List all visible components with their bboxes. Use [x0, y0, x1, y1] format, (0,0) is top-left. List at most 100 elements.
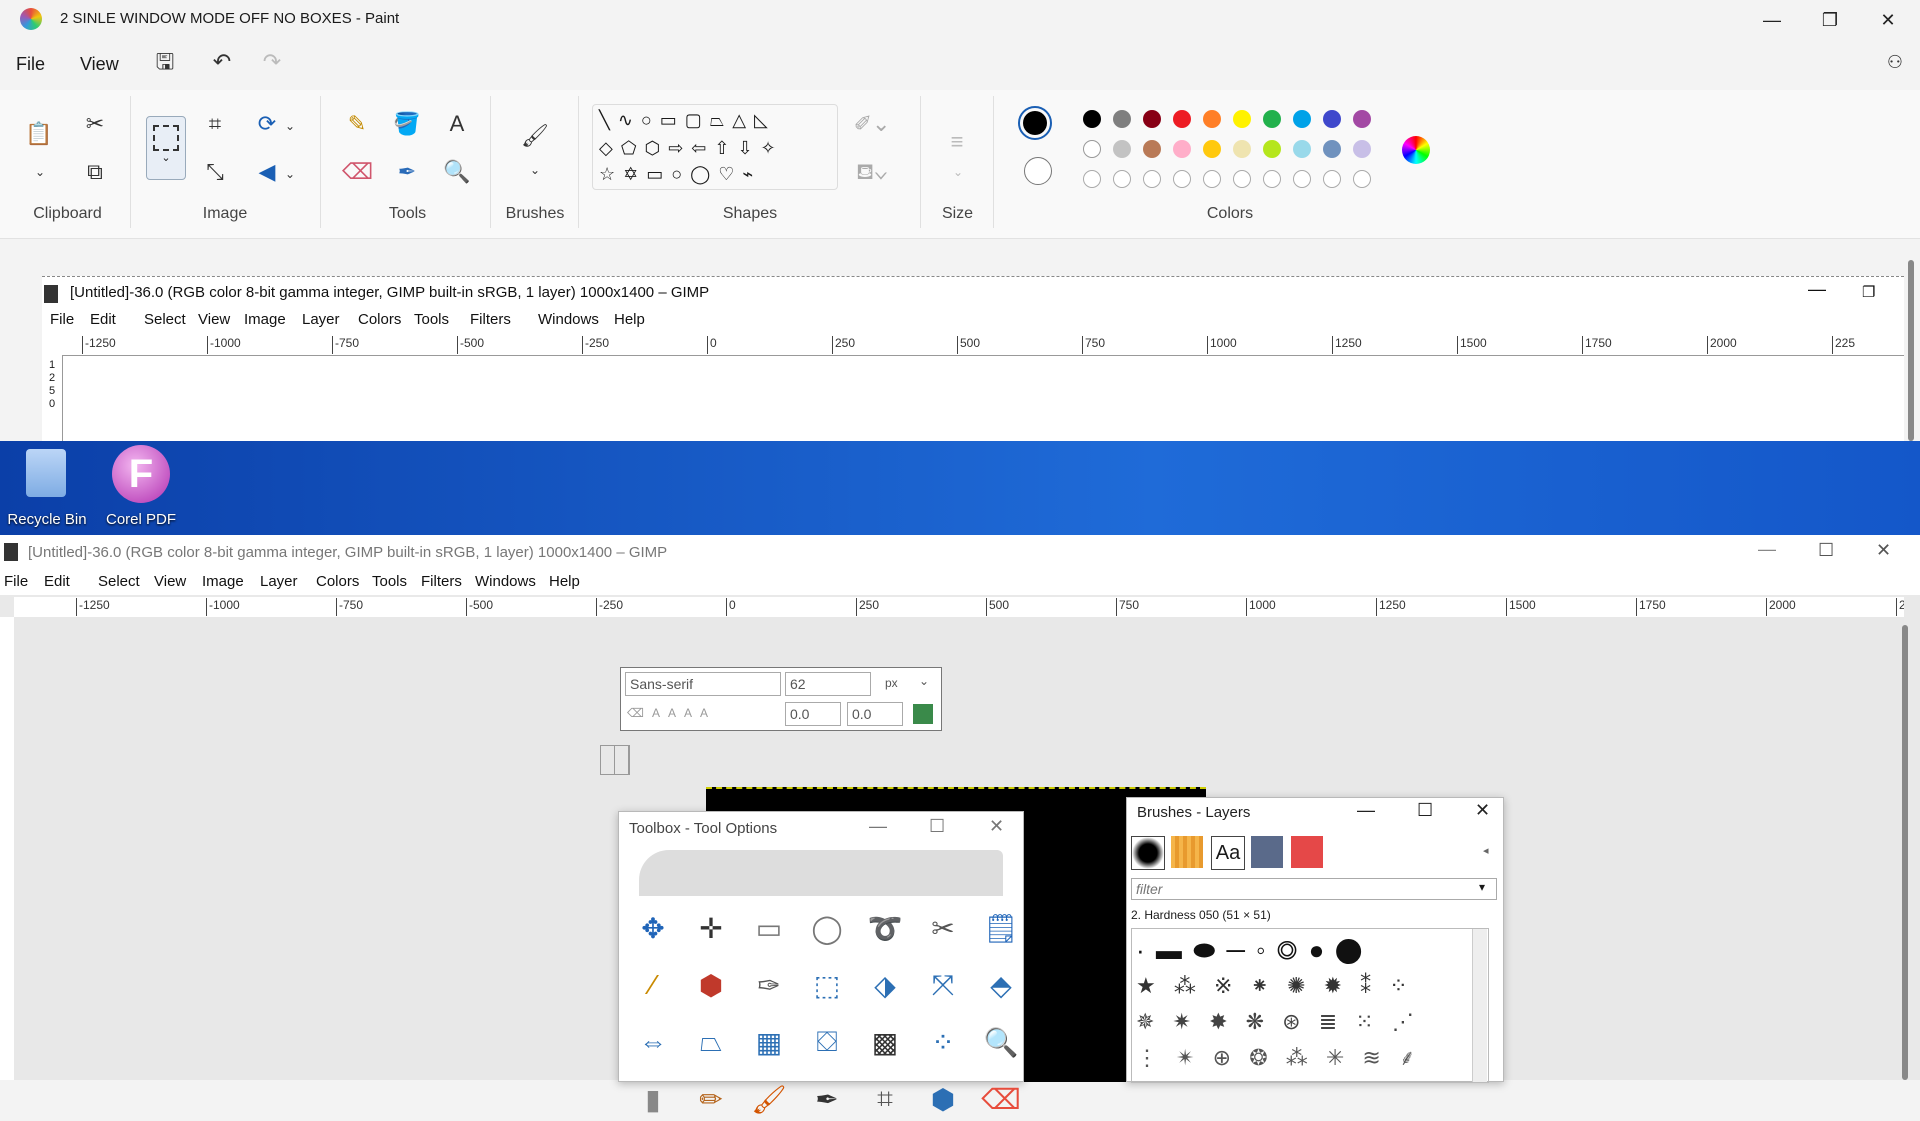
shear-tool-icon[interactable]: ⏢	[689, 1020, 733, 1064]
font-field[interactable]	[625, 672, 781, 696]
brush-row-2[interactable]: ★ ⁂ ※ ⁕ ✺ ✹ ⁑ ⁘	[1136, 969, 1414, 1003]
gimp-menu-edit[interactable]: Edit	[44, 573, 70, 590]
text-icon[interactable]: A	[442, 110, 472, 138]
palette-color-swatch[interactable]	[1083, 140, 1101, 158]
custom-color-slot[interactable]	[1233, 170, 1251, 188]
handle-transform-icon[interactable]: ⁘	[921, 1020, 965, 1064]
restore-button[interactable]: ❐	[1800, 0, 1860, 40]
gimp-menu-windows[interactable]: Windows	[475, 573, 536, 590]
size-unit[interactable]: px	[885, 676, 898, 690]
redo-icon[interactable]: ↷	[257, 48, 287, 76]
brush-row-3[interactable]: ✵ ✷ ✸ ❋ ⊛ ≣ ⁙ ⋰	[1136, 1005, 1420, 1039]
shapes-row-1[interactable]: ╲∿○▭▢⏢△◺	[599, 107, 776, 133]
shapes-row-3[interactable]: ☆✡▭○◯♡⌁	[599, 161, 761, 187]
palette-color-swatch[interactable]	[1293, 110, 1311, 128]
brush-row-4[interactable]: ⋮ ✴ ⊕ ❂ ⁂ ✳ ≋ ⸙	[1136, 1041, 1421, 1075]
palette-color-swatch[interactable]	[1143, 110, 1161, 128]
eraser-icon[interactable]: ⌫	[342, 158, 373, 186]
rect-select-icon[interactable]: ▭	[747, 906, 791, 950]
brush-dropdown-icon[interactable]: ⌄	[525, 156, 545, 184]
menu-file[interactable]: File	[16, 54, 45, 75]
smudge-tool-icon[interactable]: ⬢	[921, 1077, 965, 1121]
recycle-bin-label[interactable]: Recycle Bin	[2, 511, 92, 528]
ink-tool-icon[interactable]: ✒	[805, 1077, 849, 1121]
ellipse-select-icon[interactable]: ◯	[805, 906, 849, 950]
gimp-top-minimize-icon[interactable]: —	[1808, 279, 1826, 300]
palette-color-swatch[interactable]	[1113, 140, 1131, 158]
brushes-close-icon[interactable]: ✕	[1475, 800, 1490, 821]
edit-colors-icon[interactable]	[1402, 136, 1430, 164]
perspective-tool-icon[interactable]: ⬘	[979, 963, 1023, 1007]
paste-dropdown-icon[interactable]: ⌄	[30, 158, 50, 186]
palette-color-swatch[interactable]	[1173, 140, 1191, 158]
gimp-menu-select[interactable]: Select	[98, 573, 140, 590]
measure-tool-icon[interactable]: ⬗	[863, 963, 907, 1007]
gimp-menu-help[interactable]: Help	[614, 311, 645, 328]
clone-tool-icon[interactable]: ⌗	[863, 1077, 907, 1121]
palette-color-swatch[interactable]	[1263, 140, 1281, 158]
palette-color-swatch[interactable]	[1353, 140, 1371, 158]
shape-fill-icon[interactable]: ⛾⌄	[852, 158, 892, 186]
gimp-bottom-minimize-icon[interactable]: —	[1758, 539, 1776, 560]
gimp-menu-tools[interactable]: Tools	[414, 311, 449, 328]
align-tool-icon[interactable]: ✛	[689, 906, 733, 950]
paintbrush-tool-icon[interactable]: ✏	[689, 1077, 733, 1121]
color-picker-tool-icon[interactable]: ⬚	[805, 963, 849, 1007]
select-dropdown-icon[interactable]: ⌄	[147, 151, 185, 164]
palette-color-swatch[interactable]	[1353, 110, 1371, 128]
minimize-button[interactable]: —	[1742, 0, 1802, 40]
warp-tool-icon[interactable]: ▩	[863, 1020, 907, 1064]
gimp-bottom-close-icon[interactable]: ✕	[1876, 540, 1891, 561]
gimp-menu-filters[interactable]: Filters	[421, 573, 462, 590]
gimp-menu-layer[interactable]: Layer	[302, 311, 340, 328]
palette-color-swatch[interactable]	[1323, 140, 1341, 158]
color2-slot[interactable]	[1024, 157, 1052, 185]
custom-color-slot[interactable]	[1173, 170, 1191, 188]
flip-tool-icon[interactable]: ⇔	[631, 1020, 675, 1064]
text-style-buttons[interactable]: ⌫AAAA	[627, 706, 716, 720]
toolbox-maximize-icon[interactable]: ☐	[929, 816, 945, 837]
size-icon[interactable]: ≡	[938, 128, 976, 156]
palette-color-swatch[interactable]	[1323, 110, 1341, 128]
palette-color-swatch[interactable]	[1233, 140, 1251, 158]
brushes-minimize-icon[interactable]: —	[1357, 800, 1375, 821]
toolbox-close-icon[interactable]: ✕	[989, 816, 1004, 837]
gimp-top-restore-icon[interactable]: ❐	[1862, 283, 1875, 301]
unit-dropdown-icon[interactable]: ⌄	[919, 674, 929, 688]
kerning-field[interactable]	[785, 702, 841, 726]
paint-scrollbar[interactable]	[1908, 260, 1914, 441]
gimp-menu-tools[interactable]: Tools	[372, 573, 407, 590]
close-button[interactable]: ✕	[1858, 0, 1918, 40]
text-color-swatch[interactable]	[913, 704, 933, 724]
crop-icon[interactable]: ⌗	[200, 110, 230, 138]
by-color-select-icon[interactable]: ⬢	[689, 963, 733, 1007]
foreground-select-icon[interactable]: 🗒	[979, 906, 1023, 950]
eraser-tool-icon[interactable]: ⌫	[979, 1077, 1023, 1121]
paths-tool-icon[interactable]: ✑	[747, 963, 791, 1007]
toolbox-minimize-icon[interactable]: —	[869, 816, 887, 837]
palette-color-swatch[interactable]	[1173, 110, 1191, 128]
gimp-menu-colors[interactable]: Colors	[316, 573, 359, 590]
custom-color-slot[interactable]	[1353, 170, 1371, 188]
transform-tool-icon[interactable]: ⤧	[921, 963, 965, 1007]
palette-color-swatch[interactable]	[1203, 140, 1221, 158]
palette-color-swatch[interactable]	[1233, 110, 1251, 128]
share-icon[interactable]: ⚇	[1880, 48, 1910, 76]
custom-color-slot[interactable]	[1293, 170, 1311, 188]
gradients-tab[interactable]	[1291, 836, 1323, 868]
brush-scrollbar[interactable]	[1472, 929, 1487, 1082]
palette-color-swatch[interactable]	[1293, 140, 1311, 158]
brush-grid[interactable]: · ▬ ⬬ ─ ◦ ◎ ● ⬤ ★ ⁂ ※ ⁕ ✺ ✹ ⁑ ⁘ ✵ ✷ ✸ ❋ …	[1131, 928, 1489, 1083]
palette-color-swatch[interactable]	[1143, 140, 1161, 158]
gimp-menu-file[interactable]: File	[50, 311, 74, 328]
undo-icon[interactable]: ↶	[207, 48, 237, 76]
recycle-bin-icon[interactable]	[26, 449, 66, 497]
corel-pdf-label[interactable]: Corel PDF	[96, 511, 186, 528]
gimp-vertical-scrollbar[interactable]	[1902, 625, 1908, 1080]
shapes-row-2[interactable]: ◇⬠⬡⇨⇦⇧⇩✧	[599, 135, 784, 161]
rotate-icon[interactable]: ⟳	[252, 110, 282, 138]
gimp-menu-colors[interactable]: Colors	[358, 311, 401, 328]
gimp-canvas[interactable]: px ⌄ ⌫AAAA Toolbox - Tool Options — ☐ ✕ …	[14, 617, 1904, 1115]
custom-color-slot[interactable]	[1323, 170, 1341, 188]
gimp-menu-file[interactable]: File	[4, 573, 28, 590]
